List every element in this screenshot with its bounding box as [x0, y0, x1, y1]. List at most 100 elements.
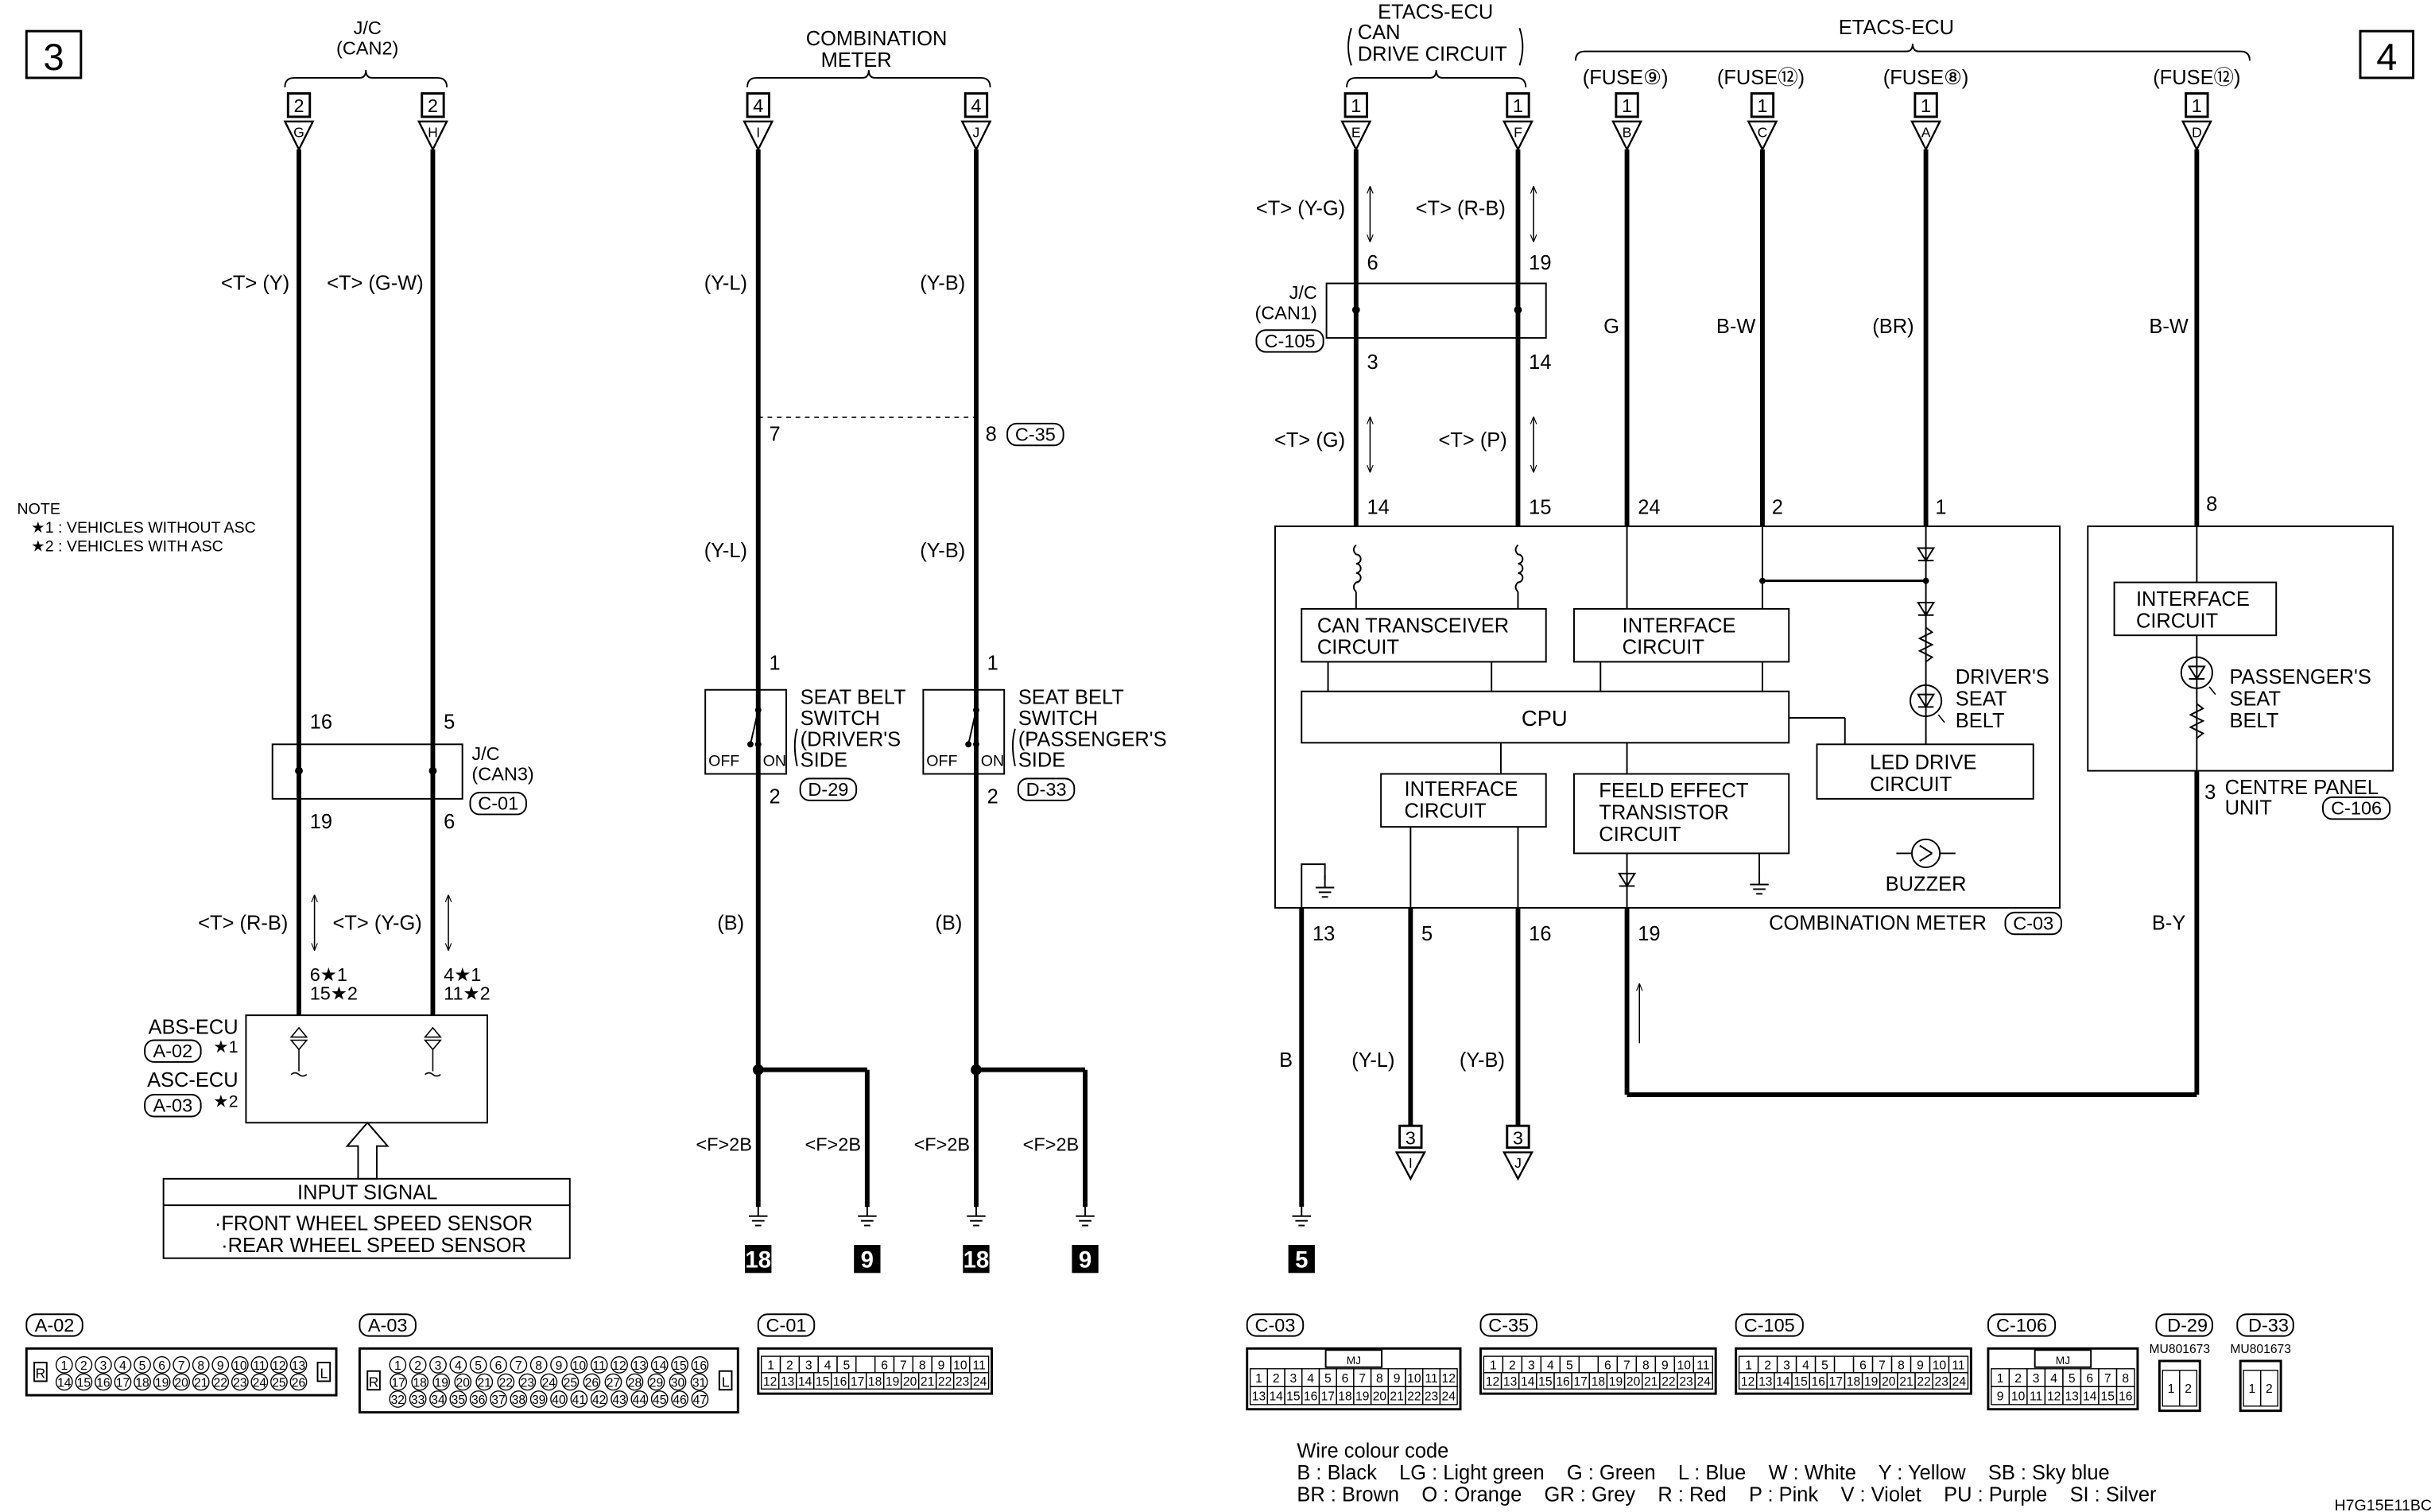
internal-ground [1301, 863, 1326, 908]
connector-pin-number: 24 [253, 1376, 267, 1390]
connector-pin-number: 4 [1547, 1359, 1554, 1372]
block-label: LED DRIVE [1870, 752, 1976, 774]
pin-number: 4★1 [444, 964, 481, 985]
connector-pin-number: 10 [1407, 1372, 1421, 1386]
connector-head-letter: I [756, 124, 760, 140]
connector-letter: I [1409, 1155, 1413, 1171]
jc-can1-title: J/C [1289, 282, 1317, 303]
pin-number: 16 [1529, 923, 1551, 945]
connector-id: C-01 [766, 1315, 807, 1336]
pin-number: 14 [1529, 351, 1551, 374]
connector-pin-number: 8 [197, 1359, 204, 1373]
connector-pin-number: 2 [1273, 1372, 1280, 1386]
ground-point-number: 9 [861, 1246, 874, 1273]
pin-number: 16 [310, 711, 332, 734]
connector-pin-number: 9 [938, 1359, 945, 1372]
ground-wire-label: <F>2B [1023, 1134, 1080, 1155]
connector-pin-number: 12 [272, 1359, 285, 1373]
switch-on-label: ON [763, 753, 786, 770]
wire-color-label: <T> (G) [1274, 429, 1345, 452]
connector-pin-number: 14 [1521, 1375, 1535, 1389]
connector-pin-number: 6 [1859, 1359, 1867, 1372]
wire-color-label: B [1279, 1049, 1293, 1072]
switch-label: SWITCH [1018, 708, 1098, 730]
connector-side-label: L [722, 1374, 730, 1390]
connector-pin-number: 19 [1355, 1390, 1369, 1403]
inductor-coil-icon [1514, 544, 1524, 593]
jc-can1-subtitle: (CAN1) [1255, 303, 1317, 324]
connector-pin-number: 39 [532, 1394, 545, 1407]
switch-off-label: OFF [926, 753, 957, 770]
connector-pin-number: 8 [1898, 1359, 1905, 1372]
wire-color-label: <T> (P) [1438, 429, 1506, 452]
connector-pin-number: 9 [1917, 1359, 1924, 1372]
connector-pin-number: 19 [1864, 1375, 1878, 1389]
connector-tag-label: C-03 [2013, 913, 2053, 933]
connector-pin-number: 36 [471, 1394, 486, 1407]
centre-panel-label: CENTRE PANEL [2225, 777, 2379, 799]
connector-pin-number: 24 [973, 1375, 987, 1389]
connector-pin-number: 2 [1764, 1359, 1771, 1372]
jc-can2-subtitle: (CAN2) [336, 38, 398, 59]
connector-pin-number: 13 [292, 1359, 306, 1373]
pin-number: 2 [769, 786, 780, 808]
fuse-label: (FUSE⑨) [1583, 67, 1669, 89]
indicator-label: SEAT [2229, 688, 2281, 710]
connector-pin-number: 9 [556, 1359, 563, 1373]
jc-can3-title: J/C [471, 743, 499, 764]
connector-head-letter: F [1514, 124, 1522, 140]
connector-pin-number: 1 [767, 1359, 774, 1372]
wire-color-label: B-W [1716, 316, 1755, 338]
connector-mark: MJ [1347, 1355, 1361, 1367]
jc-can3-subtitle: (CAN3) [471, 763, 533, 784]
pin-number: 13 [1312, 923, 1335, 945]
connector-head-number: 2 [293, 95, 304, 116]
pin-number: 2 [987, 786, 998, 808]
connector-pin-number: 8 [919, 1359, 926, 1372]
wire-color-label: (B) [935, 912, 962, 934]
connector-id: D-29 [2167, 1315, 2208, 1336]
connector-pin-number: 14 [2083, 1390, 2097, 1403]
pin-number: 1 [769, 652, 780, 674]
pin-number: 1 [987, 652, 998, 674]
connector-head-number: 4 [753, 95, 763, 116]
connector-side-label: L [320, 1366, 328, 1382]
connector-pin-number: 18 [135, 1376, 149, 1390]
wire-color-label: <T> (Y-G) [1256, 197, 1345, 219]
part-number: MU801673 [2230, 1343, 2291, 1356]
connector-diagram-c-35: C-351 2 3 4 5 6 7 8 9 10 1112 13 14 15 16 17 18 19 20 21 22 2… [1479, 1313, 1717, 1395]
abs-ecu-box [245, 1014, 488, 1124]
pin-number: 5 [1421, 923, 1433, 945]
connector-pin-number: 7 [1623, 1359, 1630, 1372]
block-label: CIRCUIT [1405, 800, 1487, 822]
connector-pin-number: 16 [693, 1359, 708, 1373]
connector-pin-number: 5 [843, 1359, 851, 1372]
connector-pin-number: 24 [1697, 1375, 1712, 1389]
connector-head-letter: C [1758, 124, 1768, 140]
connector-pin-number: 6 [2086, 1372, 2093, 1386]
connector-pin-number: 18 [1338, 1390, 1352, 1403]
connector-pin-number: 9 [1661, 1359, 1669, 1372]
connector-pin-number: 23 [1425, 1390, 1439, 1403]
ground-wire-label: <F>2B [696, 1134, 752, 1155]
connector-pin-number: 7 [1879, 1359, 1886, 1372]
wire-color-label: (Y-B) [920, 540, 965, 562]
connector-pin-number: 11 [253, 1359, 266, 1373]
connector-tag-label: A-03 [153, 1095, 193, 1116]
connector-pin-number: 4 [455, 1359, 462, 1373]
pin-number: 14 [1367, 496, 1390, 518]
junction-dot [1351, 305, 1360, 314]
connector-pin-number: 43 [612, 1394, 626, 1407]
connector-pin-number: 1 [1490, 1359, 1497, 1372]
connector-pin-number: 15 [816, 1375, 830, 1389]
bracket [284, 70, 448, 87]
connector-pin-number: 20 [1882, 1375, 1896, 1389]
connector-pin-number: 11 [1952, 1359, 1964, 1372]
etacs-can-title: ETACS-ECU [1378, 2, 1493, 24]
connector-pin-number: 28 [628, 1376, 642, 1390]
junction-dot [295, 766, 303, 775]
bracket [1574, 43, 2251, 61]
connector-diagram-d-29: D-29 MU801673 1 2 [2150, 1313, 2213, 1413]
connector-letter: J [1514, 1155, 1522, 1171]
connector-pin-number: 31 [692, 1376, 706, 1390]
